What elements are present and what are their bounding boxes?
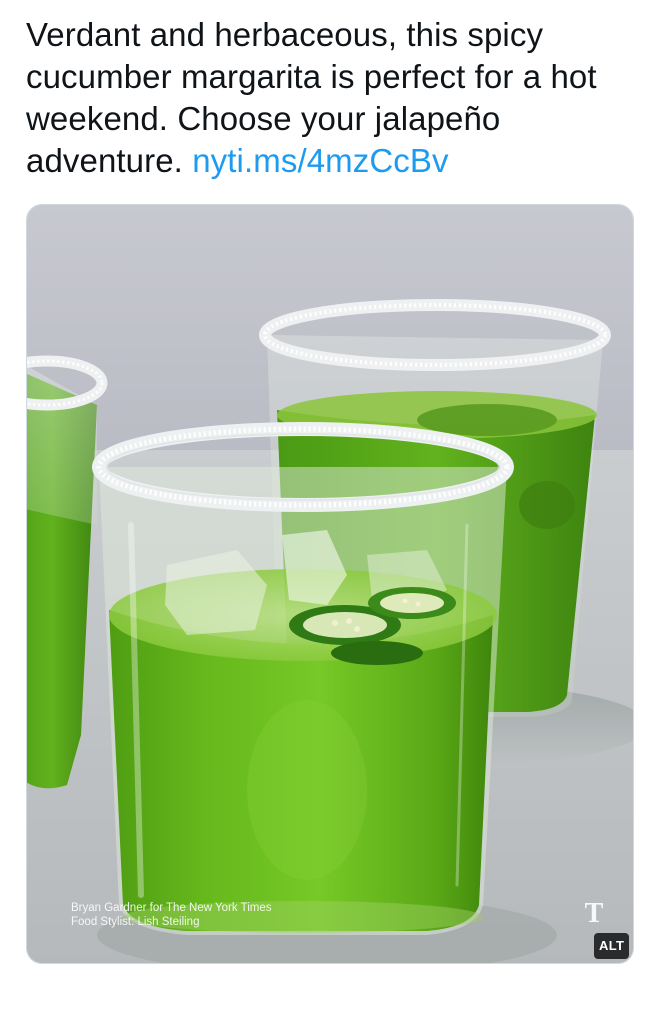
- tweet-text: Verdant and herbaceous, this spicy cucum…: [26, 14, 646, 182]
- photo-credit-line-2: Food Stylist: Lish Steiling: [71, 916, 200, 928]
- nyt-logo-icon: T: [584, 898, 604, 929]
- photo-credit-line-1: Bryan Gardner for The New York Times: [71, 902, 272, 914]
- margarita-photo: [27, 205, 633, 963]
- tweet-meta-line: [26, 992, 646, 1016]
- tweet-photo[interactable]: Bryan Gardner for The New York Times Foo…: [26, 204, 634, 964]
- front-glass: [92, 422, 514, 935]
- photo-credit: Bryan Gardner for The New York Times Foo…: [71, 901, 272, 929]
- alt-text-button[interactable]: ALT: [594, 933, 630, 959]
- tweet-link[interactable]: nyti.ms/4mzCcBv: [192, 142, 448, 179]
